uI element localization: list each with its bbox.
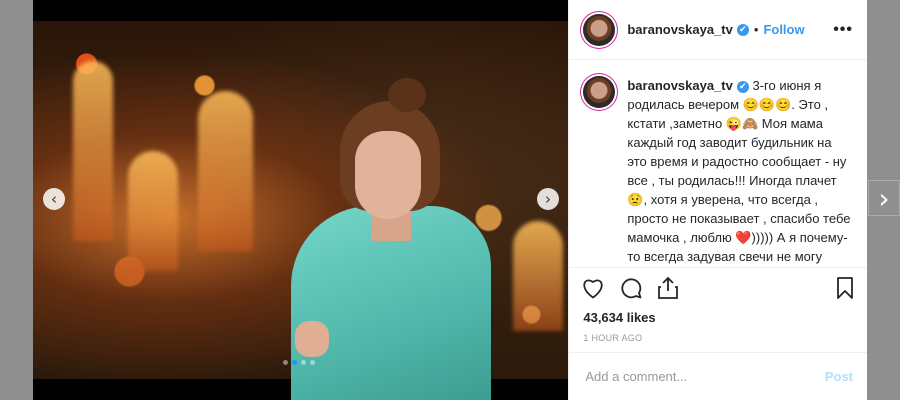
header-username[interactable]: baranovskaya_tv bbox=[627, 22, 733, 37]
caption: baranovskaya_tv ✔ 3-го июня я родилась ве… bbox=[627, 76, 853, 267]
likes-count[interactable]: 43,634 likes bbox=[569, 310, 867, 325]
post-photo bbox=[33, 21, 569, 400]
carousel-prev-button[interactable]: ‹ bbox=[43, 188, 65, 210]
follow-button[interactable]: Follow bbox=[763, 22, 804, 37]
post-modal: ‹ › baranovskaya_tv ✔ • Follow ••• baran… bbox=[33, 0, 867, 400]
post-header: baranovskaya_tv ✔ • Follow ••• bbox=[569, 0, 867, 60]
carousel-dot[interactable] bbox=[310, 360, 315, 365]
comment-input[interactable] bbox=[583, 368, 825, 385]
bokeh-tower bbox=[198, 91, 253, 251]
comment-box: Post bbox=[569, 352, 867, 400]
avatar[interactable] bbox=[583, 13, 616, 46]
avatar[interactable] bbox=[583, 76, 616, 108]
bookmark-icon[interactable] bbox=[835, 276, 855, 300]
person-bun bbox=[388, 78, 426, 112]
comment-icon[interactable] bbox=[619, 276, 643, 300]
bokeh-tower bbox=[128, 151, 178, 271]
separator-dot: • bbox=[753, 22, 759, 37]
next-post-button[interactable]: › bbox=[868, 180, 900, 216]
carousel-dot[interactable] bbox=[301, 360, 306, 365]
post-media: ‹ › bbox=[33, 0, 569, 400]
more-options-button[interactable]: ••• bbox=[833, 21, 853, 39]
person-face bbox=[355, 131, 421, 219]
verified-icon: ✔ bbox=[736, 80, 749, 93]
caption-text: 3-го июня я родилась вечером 😊😊😊. Это , … bbox=[627, 78, 851, 264]
share-icon[interactable] bbox=[657, 276, 679, 300]
heart-icon[interactable] bbox=[581, 277, 605, 299]
bokeh-tower bbox=[513, 221, 563, 331]
carousel-dot[interactable] bbox=[283, 360, 288, 365]
caption-username[interactable]: baranovskaya_tv bbox=[627, 78, 733, 93]
verified-icon: ✔ bbox=[736, 23, 749, 36]
caption-area: baranovskaya_tv ✔ 3-го июня я родилась ве… bbox=[569, 60, 867, 268]
post-sidebar: baranovskaya_tv ✔ • Follow ••• baranovsk… bbox=[568, 0, 867, 400]
post-comment-button[interactable]: Post bbox=[825, 369, 853, 384]
post-timestamp[interactable]: 1 HOUR AGO bbox=[569, 333, 867, 343]
carousel-next-button[interactable]: › bbox=[537, 188, 559, 210]
bokeh-tower bbox=[73, 61, 113, 241]
carousel-dot-active[interactable] bbox=[292, 360, 297, 365]
carousel-dots bbox=[283, 360, 315, 365]
person-hand bbox=[295, 321, 329, 357]
action-bar bbox=[569, 268, 867, 308]
